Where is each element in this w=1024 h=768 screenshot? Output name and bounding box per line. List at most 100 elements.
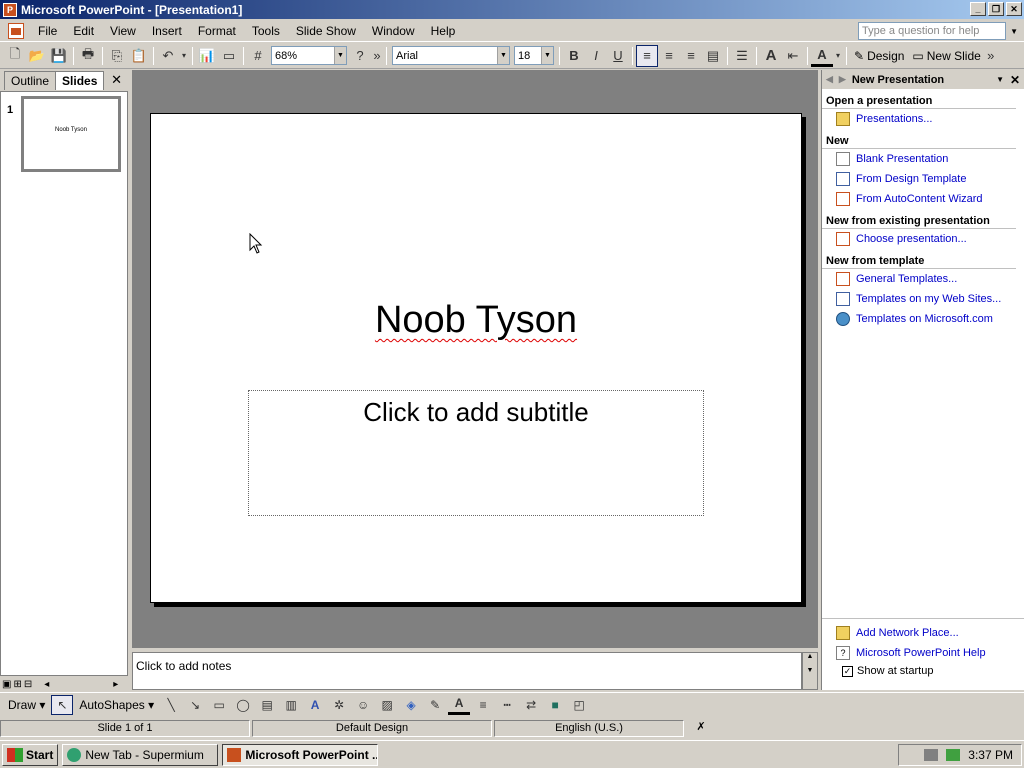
forward-icon[interactable]: ▶ (839, 74, 846, 85)
slide-thumbnail[interactable]: Noob Tyson (21, 96, 121, 172)
wordart-icon[interactable]: ▥ (280, 695, 302, 715)
insert-chart-icon[interactable]: 📊 (196, 45, 218, 67)
print-icon[interactable]: 🖶 (77, 45, 99, 67)
start-button[interactable]: Start (2, 743, 59, 766)
notes-pane[interactable]: Click to add notes (132, 652, 802, 690)
fill-color-icon[interactable]: ◈ (400, 695, 422, 715)
organization-chart-icon[interactable]: ✲ (328, 695, 350, 715)
select-objects-icon[interactable]: ↖ (51, 694, 74, 715)
slide-sorter-icon[interactable]: ⊞ (13, 679, 21, 690)
copy-icon[interactable]: ⎘ (106, 45, 128, 67)
link-blank-presentation[interactable]: Blank Presentation (822, 149, 1024, 169)
link-web-templates[interactable]: Templates on my Web Sites... (822, 289, 1024, 309)
chevron-down-icon[interactable]: ▼ (334, 47, 346, 64)
insert-picture-icon[interactable]: ▨ (376, 695, 398, 715)
link-autocontent-wizard[interactable]: From AutoContent Wizard (822, 189, 1024, 209)
back-icon[interactable]: ◀ (826, 74, 833, 85)
spelling-status-icon[interactable]: ✗ (686, 720, 716, 737)
powerpoint-app-icon[interactable]: P (3, 2, 17, 17)
link-design-template[interactable]: From Design Template (822, 169, 1024, 189)
tab-outline[interactable]: Outline (4, 71, 57, 90)
open-icon[interactable]: 📂 (26, 45, 48, 67)
help-question-input[interactable]: Type a question for help (858, 22, 1006, 40)
zoom-combo[interactable]: 68% ▼ (271, 46, 347, 65)
menu-tools[interactable]: Tools (244, 22, 288, 40)
align-left-icon[interactable]: ≡ (636, 44, 658, 67)
diagram-icon[interactable]: A (304, 695, 326, 715)
bold-icon[interactable]: B (563, 45, 585, 67)
normal-view-icon[interactable]: ▣ (2, 679, 11, 690)
dash-style-icon[interactable]: ┅ (496, 695, 518, 715)
menu-window[interactable]: Window (364, 22, 423, 40)
clock[interactable]: 3:37 PM (968, 748, 1013, 762)
font-color-icon[interactable]: A (448, 695, 471, 715)
menu-format[interactable]: Format (190, 22, 244, 40)
clip-art-icon[interactable]: ☺ (352, 695, 374, 715)
link-choose-presentation[interactable]: Choose presentation... (822, 229, 1024, 249)
save-icon[interactable]: 💾 (48, 45, 70, 67)
link-general-templates[interactable]: General Templates... (822, 269, 1024, 289)
paste-icon[interactable]: 📋 (128, 45, 150, 67)
align-center-icon[interactable]: ≡ (658, 45, 680, 67)
rectangle-icon[interactable]: ▭ (208, 695, 230, 715)
link-microsoft-templates[interactable]: Templates on Microsoft.com (822, 309, 1024, 329)
tab-slides[interactable]: Slides (55, 71, 105, 90)
link-presentations[interactable]: Presentations... (822, 109, 1024, 129)
autoshapes-menu-button[interactable]: AutoShapes ▾ (75, 698, 158, 712)
line-icon[interactable]: ╲ (160, 695, 182, 715)
close-icon[interactable]: ✕ (1010, 73, 1020, 87)
arrow-style-icon[interactable]: ⇄ (520, 695, 542, 715)
chevron-down-icon[interactable]: ▼ (497, 47, 509, 64)
show-grid-icon[interactable]: # (247, 45, 269, 67)
arrow-icon[interactable]: ↘ (184, 695, 206, 715)
minimize-button[interactable]: _ (970, 2, 986, 16)
decrease-indent-icon[interactable]: ⇤ (782, 45, 804, 67)
menu-edit[interactable]: Edit (65, 22, 102, 40)
show-at-startup-checkbox[interactable]: ✓ (842, 665, 853, 677)
subtitle-placeholder[interactable]: Click to add subtitle (248, 390, 704, 516)
taskbar-item-powerpoint[interactable]: Microsoft PowerPoint ... (222, 743, 379, 766)
text-box-icon[interactable]: ▤ (256, 695, 278, 715)
bullets-icon[interactable]: ☰ (731, 45, 753, 67)
line-color-icon[interactable]: ✎ (424, 695, 446, 715)
chevron-down-icon[interactable]: ▼ (996, 75, 1004, 84)
font-combo[interactable]: Arial ▼ (392, 46, 510, 65)
notes-scrollbar[interactable]: ▲ ▼ (802, 652, 818, 690)
underline-icon[interactable]: U (607, 45, 629, 67)
menu-help[interactable]: Help (423, 22, 464, 40)
shadow-style-icon[interactable]: ■ (544, 695, 566, 715)
align-right-icon[interactable]: ≡ (680, 45, 702, 67)
slide-list[interactable]: 1 Noob Tyson (0, 91, 128, 676)
font-color-dropdown-icon[interactable]: ▾ (833, 45, 843, 67)
slide-show-icon[interactable]: ⊟ (24, 679, 32, 690)
font-size-combo[interactable]: 18 ▼ (514, 46, 554, 65)
undo-icon[interactable]: ↶ (157, 45, 179, 67)
slide-canvas[interactable]: Noob Tyson Click to add subtitle (150, 113, 802, 603)
insert-table-icon[interactable]: ▭ (218, 45, 240, 67)
scroll-right-icon[interactable]: ▸ (113, 679, 118, 690)
chevron-down-icon[interactable]: ▼ (541, 47, 553, 64)
new-slide-button[interactable]: ▭ New Slide (908, 49, 984, 63)
link-add-network-place[interactable]: Add Network Place... (822, 623, 1024, 643)
font-color-icon[interactable]: A (811, 45, 833, 67)
3d-style-icon[interactable]: ◰ (568, 695, 590, 715)
menu-file[interactable]: File (30, 22, 65, 40)
close-icon[interactable]: ✕ (111, 72, 122, 88)
undo-dropdown-icon[interactable]: ▾ (179, 45, 189, 67)
document-menu-icon[interactable] (8, 22, 24, 39)
toolbar-options-icon[interactable]: » (371, 45, 383, 67)
network-icon[interactable] (946, 749, 961, 761)
justify-icon[interactable]: ▤ (702, 45, 724, 67)
link-powerpoint-help[interactable]: ? Microsoft PowerPoint Help (822, 643, 1024, 663)
scroll-left-icon[interactable]: ◂ (44, 679, 49, 690)
increase-font-icon[interactable]: A (760, 45, 782, 67)
design-button[interactable]: ✎ Design (850, 49, 908, 63)
menu-insert[interactable]: Insert (144, 22, 190, 40)
help-dropdown-icon[interactable]: ▼ (1010, 27, 1018, 36)
menu-view[interactable]: View (102, 22, 144, 40)
taskbar-item-browser[interactable]: New Tab - Supermium (62, 743, 219, 766)
keyboard-icon[interactable] (924, 749, 939, 761)
toolbar-options-icon[interactable]: » (985, 45, 997, 67)
close-button[interactable]: ✕ (1006, 2, 1022, 16)
slide-title[interactable]: Noob Tyson (151, 299, 801, 342)
